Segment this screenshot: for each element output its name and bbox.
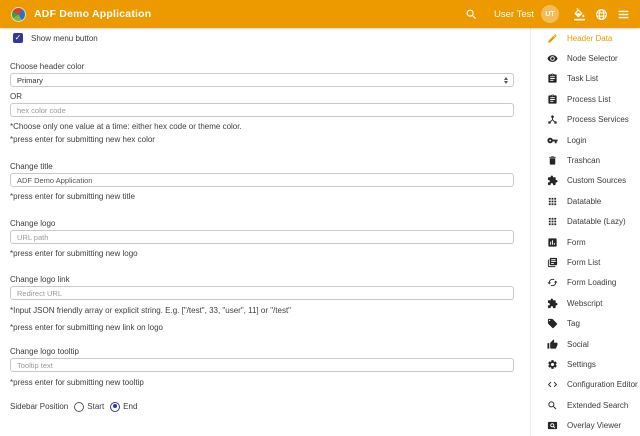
gear-icon (547, 359, 558, 370)
header-color-select[interactable]: Primary (10, 73, 514, 87)
change-logo-label: Change logo (10, 219, 514, 229)
key-icon (547, 135, 558, 146)
show-menu-label: Show menu button (31, 34, 98, 43)
header-color-label: Choose header color (10, 62, 514, 72)
sidebar-item-login[interactable]: Login (531, 130, 640, 150)
format-color-fill-icon[interactable] (573, 8, 586, 21)
sidebar-item-social[interactable]: Social (531, 334, 640, 354)
sidebar-position-start-radio[interactable] (74, 402, 84, 412)
sidebar-item-process-services[interactable]: Process Services (531, 110, 640, 130)
sidebar-position-row: Sidebar Position Start End (10, 400, 514, 413)
sidebar-item-datatable[interactable]: Datatable (531, 191, 640, 211)
globe-icon[interactable] (595, 8, 608, 21)
change-logo-link-input[interactable] (10, 286, 514, 300)
edit-icon (547, 33, 558, 44)
sidebar-item-configuration-editor[interactable]: Configuration Editor (531, 375, 640, 395)
title-note: *press enter for submitting new title (10, 192, 514, 202)
nav-sidebar: Header Data Node Selector Task List Proc… (530, 28, 640, 436)
sidebar-position-end-label: End (123, 402, 137, 411)
logo-note: *press enter for submitting new logo (10, 249, 514, 259)
clipboard-icon (547, 94, 558, 105)
search-icon[interactable] (465, 8, 478, 21)
change-title-input[interactable] (10, 173, 514, 187)
sidebar-item-task-list[interactable]: Task List (531, 69, 640, 89)
sidebar-item-overlay-viewer[interactable]: Overlay Viewer (531, 415, 640, 435)
show-menu-checkbox[interactable]: ✓ (13, 33, 23, 43)
hub-icon (547, 114, 558, 125)
app-logo-icon[interactable] (11, 7, 26, 22)
app-title: ADF Demo Application (34, 8, 151, 20)
change-title-label: Change title (10, 162, 514, 172)
puzzle-icon (547, 298, 558, 309)
chart-icon (547, 237, 558, 248)
grid-icon (547, 216, 558, 227)
user-name: User Test (494, 9, 534, 20)
clipboard-icon (547, 73, 558, 84)
hex-note-1: *Choose only one value at a time: either… (10, 122, 514, 132)
sidebar-position-start-label: Start (87, 402, 104, 411)
sidebar-item-form[interactable]: Form (531, 232, 640, 252)
eye-icon (547, 53, 558, 64)
grid-icon (547, 196, 558, 207)
page-search-icon (547, 420, 558, 431)
logo-link-note-2: *press enter for submitting new link on … (10, 323, 514, 333)
thumb-up-icon (547, 339, 558, 350)
avatar[interactable]: UT (541, 5, 559, 23)
sidebar-item-trashcan[interactable]: Trashcan (531, 150, 640, 170)
sidebar-item-tag[interactable]: Tag (531, 313, 640, 333)
sidebar-item-form-loading[interactable]: Form Loading (531, 273, 640, 293)
hex-color-input[interactable] (10, 103, 514, 117)
header-color-selected-value: Primary (17, 76, 43, 85)
menu-icon[interactable] (617, 8, 630, 21)
change-logo-input[interactable] (10, 230, 514, 244)
tag-icon (547, 318, 558, 329)
sidebar-item-header-data[interactable]: Header Data (531, 28, 640, 48)
select-spinner-icon (504, 77, 508, 84)
sidebar-item-process-list[interactable]: Process List (531, 89, 640, 109)
sidebar-item-custom-sources[interactable]: Custom Sources (531, 171, 640, 191)
sidebar-item-webscript[interactable]: Webscript (531, 293, 640, 313)
adf-demo-application: ADF Demo Application User Test UT ✓ Show… (0, 0, 640, 436)
or-label: OR (10, 92, 514, 102)
sidebar-item-form-list[interactable]: Form List (531, 252, 640, 272)
sidebar-item-settings[interactable]: Settings (531, 354, 640, 374)
tooltip-note: *press enter for submitting new tooltip (10, 378, 514, 388)
sidebar-item-extended-search[interactable]: Extended Search (531, 395, 640, 415)
code-icon (547, 379, 558, 390)
change-logo-tooltip-input[interactable] (10, 358, 514, 372)
sync-icon (547, 277, 558, 288)
change-logo-link-label: Change logo link (10, 275, 514, 285)
hex-note-2: *press enter for submitting new hex colo… (10, 135, 514, 145)
header-data-form: ✓ Show menu button Choose header color P… (0, 28, 529, 436)
trash-icon (547, 155, 558, 166)
search-icon (547, 400, 558, 411)
sidebar-item-datatable-lazy[interactable]: Datatable (Lazy) (531, 212, 640, 232)
doc-list-icon (547, 257, 558, 268)
sidebar-position-end-radio[interactable] (110, 402, 120, 412)
logo-link-note-1: *Input JSON friendly array or explicit s… (10, 306, 514, 316)
puzzle-icon (547, 175, 558, 186)
sidebar-position-label: Sidebar Position (10, 402, 68, 411)
change-logo-tooltip-label: Change logo tooltip (10, 347, 514, 357)
show-menu-row: ✓ Show menu button (10, 32, 514, 44)
sidebar-item-node-selector[interactable]: Node Selector (531, 48, 640, 68)
app-header: ADF Demo Application User Test UT (0, 0, 640, 28)
